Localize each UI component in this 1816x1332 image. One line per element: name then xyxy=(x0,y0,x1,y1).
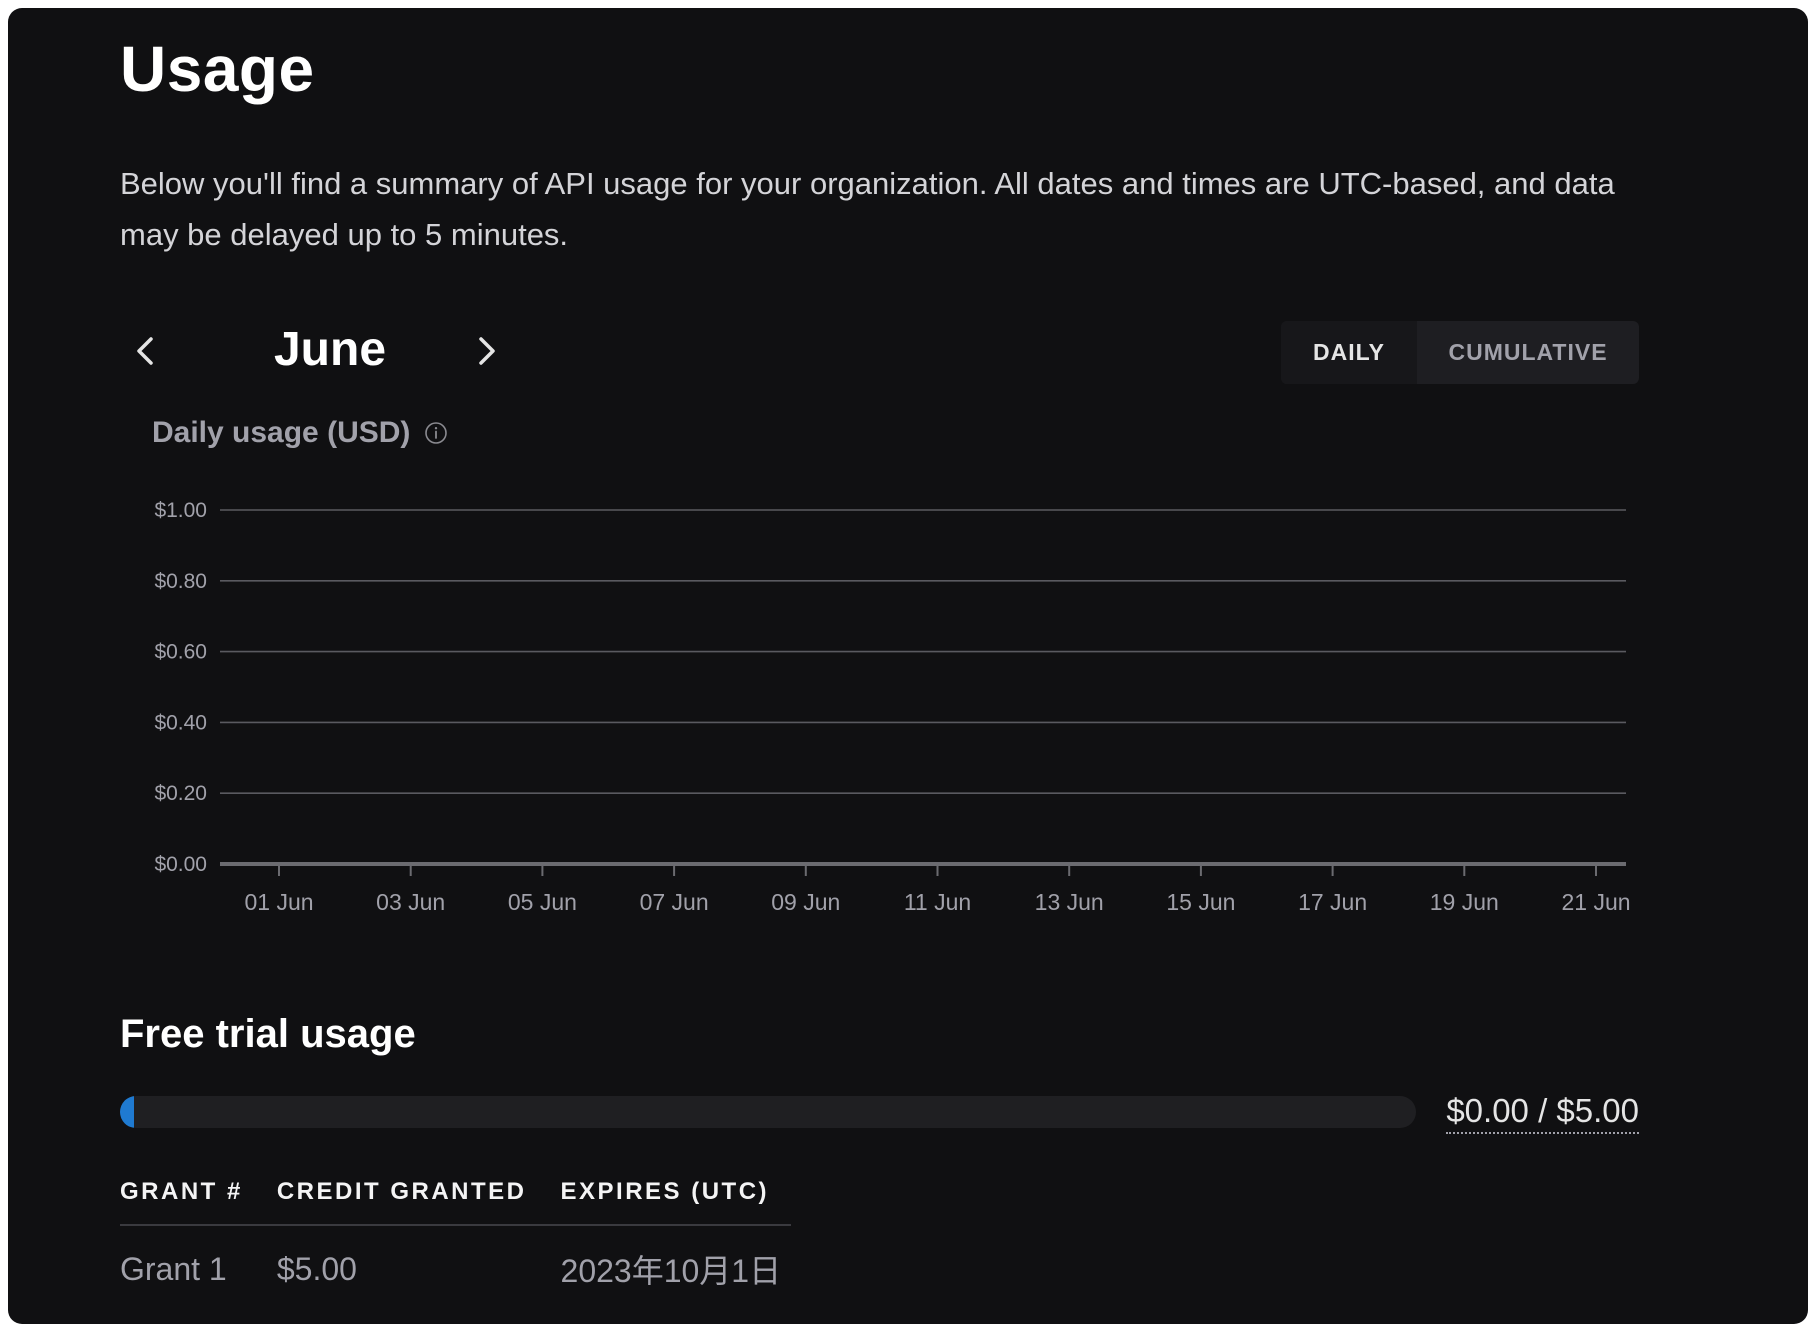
y-tick-label: $0.60 xyxy=(154,641,207,664)
x-tick-label: 05 Jun xyxy=(508,889,577,915)
chart-title-text: Daily usage (USD) xyxy=(152,416,411,449)
x-tick-label: 03 Jun xyxy=(376,889,445,915)
y-tick-label: $0.20 xyxy=(154,782,207,805)
y-tick-label: $1.00 xyxy=(154,499,207,522)
free-trial-progress-fill xyxy=(120,1096,134,1128)
x-tick-label: 09 Jun xyxy=(771,889,840,915)
next-month-button[interactable] xyxy=(462,326,512,376)
x-tick-label: 17 Jun xyxy=(1298,889,1367,915)
chart-title: Daily usage (USD) xyxy=(152,416,448,450)
grants-table: GRANT # CREDIT GRANTED EXPIRES (UTC) Gra… xyxy=(120,1164,792,1292)
grant-number-header: GRANT # xyxy=(120,1164,277,1226)
y-tick-label: $0.80 xyxy=(154,570,207,593)
free-trial-usage-amount[interactable]: $0.00 / $5.00 xyxy=(1446,1092,1639,1134)
x-tick-label: 13 Jun xyxy=(1035,889,1104,915)
expires-cell: 2023年10月1日 xyxy=(560,1253,782,1289)
current-month-label: June xyxy=(273,323,387,376)
page-title: Usage xyxy=(120,33,315,105)
daily-toggle-button[interactable]: DAILY xyxy=(1281,321,1417,384)
page-description: Below you'll find a summary of API usage… xyxy=(120,166,1615,252)
credit-granted-header: CREDIT GRANTED xyxy=(276,1164,561,1226)
x-tick-label: 15 Jun xyxy=(1166,889,1235,915)
usage-page: Usage Below you'll find a summary of API… xyxy=(8,8,1808,1324)
cumulative-toggle-button[interactable]: CUMULATIVE xyxy=(1417,321,1639,384)
y-tick-label: $0.00 xyxy=(154,853,207,876)
month-navigator: June xyxy=(120,318,540,384)
x-tick-label: 11 Jun xyxy=(904,889,971,915)
free-trial-title: Free trial usage xyxy=(120,1012,416,1056)
grants-table-header-row: GRANT # CREDIT GRANTED EXPIRES (UTC) xyxy=(120,1164,792,1226)
view-toggle: DAILY CUMULATIVE xyxy=(1281,321,1639,384)
info-icon[interactable] xyxy=(424,421,448,445)
chevron-left-icon xyxy=(137,337,153,365)
y-tick-label: $0.40 xyxy=(154,711,207,734)
chevron-right-icon xyxy=(479,337,495,365)
x-tick-label: 01 Jun xyxy=(244,889,313,915)
grant-name-cell: Grant 1 xyxy=(120,1250,227,1287)
x-tick-label: 19 Jun xyxy=(1430,889,1499,915)
free-trial-progress-bar xyxy=(120,1096,1416,1128)
x-tick-label: 21 Jun xyxy=(1561,889,1630,915)
x-tick-label: 07 Jun xyxy=(640,889,709,915)
expires-header: EXPIRES (UTC) xyxy=(560,1164,792,1226)
table-row: Grant 1 $5.00 2023年10月1日 xyxy=(120,1225,791,1292)
previous-month-button[interactable] xyxy=(120,326,170,376)
credit-granted-cell: $5.00 xyxy=(276,1250,357,1287)
